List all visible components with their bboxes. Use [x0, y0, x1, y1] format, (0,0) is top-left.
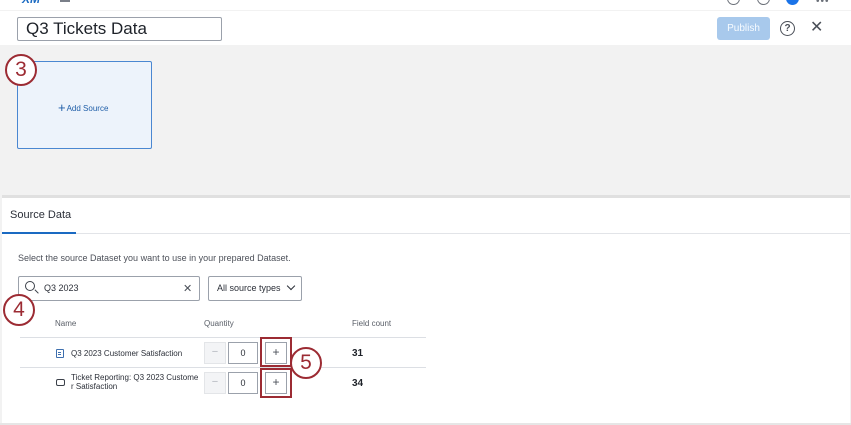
active-tab-indicator: [2, 232, 76, 234]
source-data-panel: Source Data Select the source Dataset yo…: [2, 195, 850, 423]
help-icon[interactable]: ?: [780, 21, 795, 36]
row-name: Q3 2023 Customer Satisfaction: [71, 349, 183, 358]
canvas-area: +Add Source: [0, 45, 851, 193]
clear-search-icon[interactable]: ✕: [183, 282, 192, 295]
ticket-icon: [56, 379, 65, 386]
logo: XM: [22, 0, 40, 6]
row-divider: [20, 367, 426, 368]
field-count: 31: [352, 348, 364, 359]
search-icon: [25, 281, 35, 291]
plus-icon: +: [58, 100, 66, 115]
page: XM ••• Q3 Tickets Data Publish ? ✕ +Add …: [0, 0, 851, 425]
column-header-name: Name: [55, 319, 77, 328]
column-header-field-count: Field count: [352, 319, 392, 328]
step-callout-5: 5: [290, 347, 322, 379]
help-center-icon[interactable]: [727, 0, 740, 5]
source-type-dropdown[interactable]: All source types: [208, 276, 302, 301]
add-source-label: Add Source: [66, 104, 109, 113]
row-name-line-1: Ticket Reporting: Q3 2023 Custome: [71, 373, 199, 382]
row-name-line-2: r Satisfaction: [71, 382, 118, 391]
more-icon[interactable]: •••: [816, 0, 830, 7]
decrement-button[interactable]: −: [204, 372, 226, 394]
survey-icon: [56, 349, 64, 358]
notifications-icon[interactable]: [757, 0, 770, 5]
header-divider: [20, 337, 426, 338]
app-header: XM •••: [0, 0, 851, 10]
step-callout-3: 3: [5, 54, 37, 86]
menu-icon[interactable]: [60, 0, 70, 2]
field-count: 34: [352, 378, 364, 389]
add-source-button[interactable]: +Add Source: [17, 61, 152, 149]
source-type-label: All source types: [217, 283, 281, 293]
highlight-box: [260, 368, 292, 398]
instructions-text: Select the source Dataset you want to us…: [18, 253, 291, 263]
close-icon[interactable]: ✕: [810, 18, 823, 38]
tab-source-data[interactable]: Source Data: [10, 209, 71, 221]
chevron-down-icon: [286, 281, 296, 291]
column-header-quantity: Quantity: [204, 319, 234, 328]
avatar[interactable]: [786, 0, 799, 5]
title-bar: Q3 Tickets Data Publish ? ✕: [0, 11, 851, 45]
search-value: Q3 2023: [44, 283, 79, 293]
highlight-box: [260, 337, 292, 367]
dataset-title-input[interactable]: Q3 Tickets Data: [17, 17, 222, 41]
decrement-button[interactable]: −: [204, 342, 226, 364]
quantity-input[interactable]: 0: [228, 342, 258, 364]
search-input[interactable]: Q3 2023 ✕: [18, 276, 200, 301]
step-callout-4: 4: [3, 294, 35, 326]
publish-button[interactable]: Publish: [717, 17, 770, 40]
quantity-input[interactable]: 0: [228, 372, 258, 394]
tab-bar: Source Data: [2, 198, 850, 234]
